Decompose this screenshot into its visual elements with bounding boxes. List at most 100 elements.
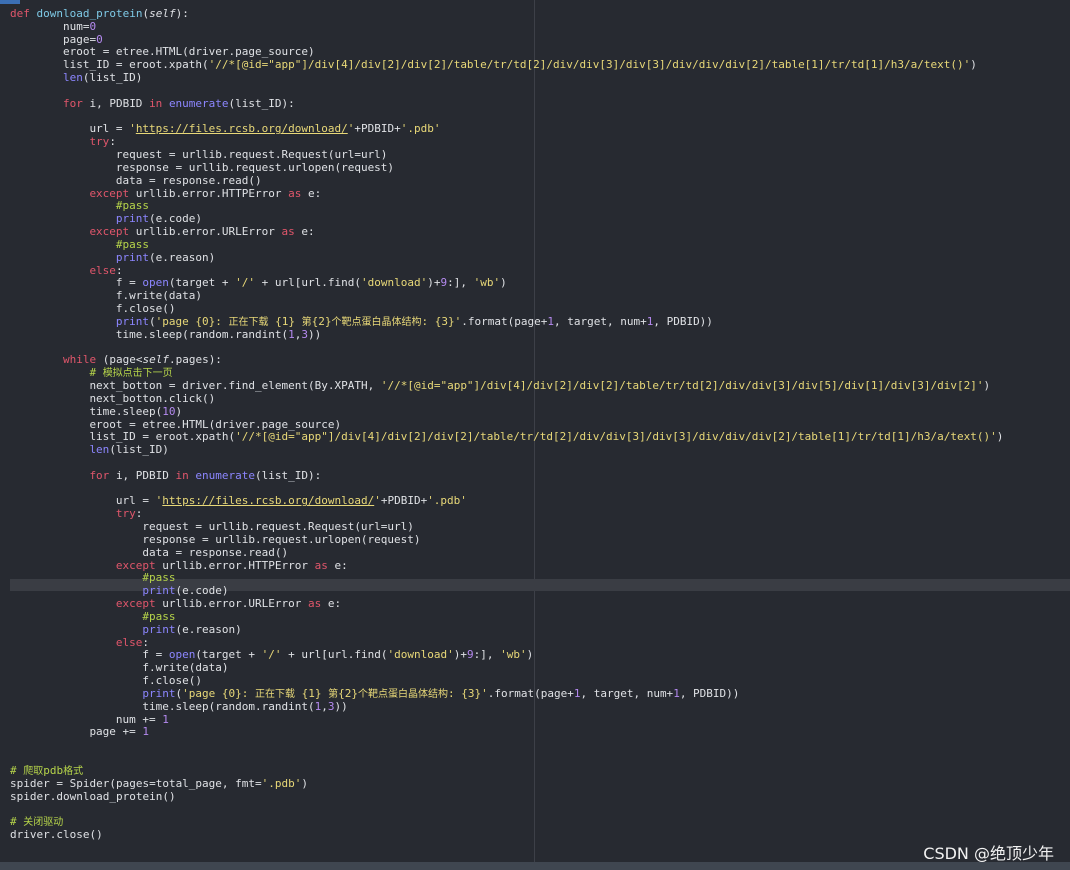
code-token: as — [288, 186, 308, 200]
code-token: , target, num+ — [553, 314, 647, 328]
code-token: : {3}' — [421, 314, 462, 328]
code-token: {2} — [311, 314, 332, 328]
code-line: except urllib.error.HTTPError as e: — [0, 186, 1003, 201]
code-token: ' — [129, 122, 136, 136]
code-token: 格式 — [63, 765, 84, 777]
code-token: + url[url.find( — [255, 276, 361, 290]
code-token: for — [89, 468, 116, 482]
code-token: #pass — [142, 571, 176, 585]
code-token: 0 — [89, 19, 97, 33]
code-token: f.write(data) — [115, 289, 202, 303]
code-token: ' — [374, 494, 381, 508]
code-token: 1 — [142, 725, 150, 739]
code-token: self — [149, 7, 176, 20]
code-token: except — [89, 186, 136, 200]
code-token: 第 — [301, 316, 312, 328]
code-token: else — [115, 635, 143, 649]
code-editor[interactable]: def download_protein(self): num=0 page=0 er… — [0, 0, 1070, 862]
code-token: pdb — [43, 763, 64, 777]
code-token: in — [149, 96, 169, 110]
code-line: time.sleep(random.randint(1,3)) — [0, 328, 1003, 342]
code-token: 'page {0}: — [182, 686, 255, 700]
code-token: print — [142, 622, 176, 636]
code-line: while (page<self.pages): — [0, 353, 1003, 367]
code-token: (target + — [168, 276, 236, 290]
code-token: 0 — [96, 32, 103, 46]
code-area[interactable]: def download_protein(self): num=0 page=0 er… — [0, 7, 1004, 842]
code-line: num=0 — [0, 19, 1003, 34]
code-token: print — [142, 584, 176, 598]
code-token: while — [62, 353, 103, 367]
code-line: # 关闭驱动 — [0, 815, 1003, 829]
code-token: ) — [175, 404, 183, 418]
code-token: print — [115, 314, 150, 328]
code-token: {1} — [268, 314, 302, 328]
code-token: #pass — [142, 609, 176, 623]
code-token: 正在下载 — [255, 688, 295, 700]
code-token: (list_ID): — [255, 468, 322, 482]
code-token: 正在下载 — [228, 316, 269, 328]
code-token: ) — [301, 776, 309, 790]
code-token: (e.reason) — [149, 250, 216, 264]
code-token: : — [115, 263, 123, 277]
code-token: https://files.rcsb.org/download/ — [162, 494, 375, 508]
code-line: url = 'https://files.rcsb.org/download/ '… — [0, 123, 1003, 136]
code-token: '/' — [235, 276, 256, 290]
code-token: print — [115, 212, 150, 226]
code-token: (e.code) — [149, 212, 203, 226]
code-token: '/' — [261, 648, 282, 662]
code-token: next_botton = driver.find_element(By.XPA… — [89, 379, 381, 393]
code-line: list_ID = eroot.xpath('//*[@id="app"]/di… — [0, 58, 1003, 72]
code-token: .pages): — [168, 353, 222, 367]
code-token: list_ID = eroot.xpath( — [89, 430, 236, 444]
code-line: def download_protein(self): — [0, 7, 1003, 21]
code-token: : — [109, 135, 116, 149]
code-token: e: — [301, 225, 315, 239]
code-token: {2} — [338, 686, 358, 700]
code-token: 个靶点蛋白晶体结构 — [331, 316, 422, 328]
code-token: (list_ID) — [82, 71, 143, 85]
code-line: page += 1 — [0, 725, 1003, 739]
horizontal-scrollbar[interactable] — [0, 862, 1070, 870]
code-token: 'wb' — [500, 648, 527, 662]
code-token: eroot = etree.HTML(driver.page_source) — [89, 417, 342, 431]
code-token: spider = Spider(pages=total_page, fmt= — [10, 776, 262, 790]
code-line: len(list_ID) — [0, 443, 1003, 457]
code-token: + url[url.find( — [281, 648, 388, 662]
code-token: (e.reason) — [175, 622, 242, 636]
code-token: request = urllib.request.Request(url=url… — [115, 148, 388, 162]
code-token: next_botton.click() — [89, 391, 216, 405]
code-token: 个靶点蛋白晶体结构 — [358, 688, 448, 700]
code-token: (target + — [195, 648, 262, 662]
code-token: #pass — [115, 199, 150, 213]
code-token: i, PDBID — [89, 96, 150, 110]
code-token: list_ID = eroot.xpath( — [62, 58, 209, 72]
code-token: try — [89, 135, 110, 149]
code-token: , — [321, 699, 328, 713]
code-token: print — [115, 250, 150, 264]
code-line: except urllib.error.URLError as e: — [0, 225, 1003, 239]
code-token: ( — [149, 314, 156, 328]
code-line: len(list_ID) — [0, 71, 1003, 85]
code-token: print — [142, 686, 176, 700]
code-token: .format(page+ — [461, 314, 548, 328]
code-token: urllib.error.HTTPError — [135, 186, 289, 200]
code-token: urllib.error.HTTPError — [162, 558, 315, 572]
code-token: 9 — [466, 648, 474, 662]
code-token: 第 — [328, 688, 339, 700]
code-line: for i, PDBID in enumerate(list_ID): — [0, 96, 1003, 111]
code-token: f.close() — [142, 674, 202, 688]
code-token: https://files.rcsb.org/download/ — [135, 122, 348, 136]
code-token: ) — [996, 430, 1004, 444]
code-token: in — [175, 468, 196, 482]
code-line: print(e.reason) — [0, 250, 1003, 265]
code-token: ) — [500, 276, 507, 290]
code-token: except — [89, 225, 136, 239]
code-token: '.pdb' — [261, 776, 302, 790]
csdn-watermark: CSDN @绝顶少年 — [923, 844, 1054, 863]
code-line: url = 'https://files.rcsb.org/download/ '… — [0, 495, 1003, 508]
code-token: time.sleep(random.randint( — [142, 699, 315, 713]
code-token: url = — [89, 122, 130, 136]
code-token: .format(page+ — [487, 686, 574, 700]
